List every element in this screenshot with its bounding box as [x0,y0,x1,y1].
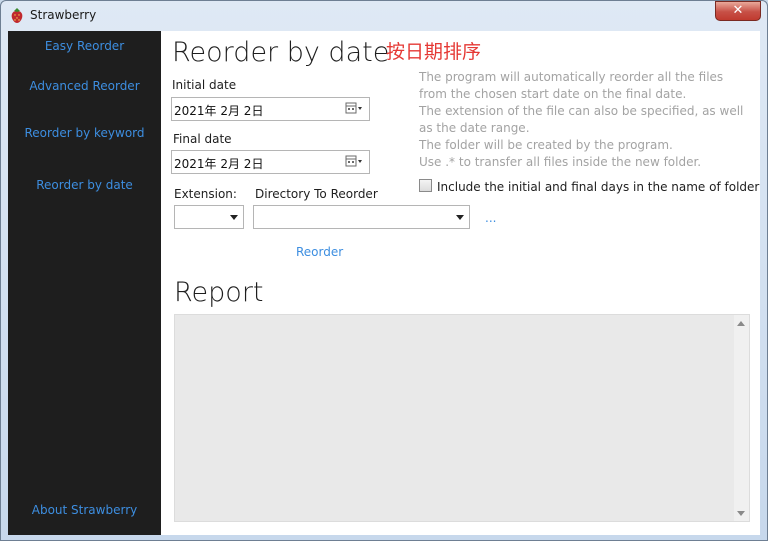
initial-date-picker[interactable]: 2021年 2月 2日 [171,97,370,121]
window-title: Strawberry [30,8,97,22]
directory-label: Directory To Reorder [255,187,378,201]
calendar-icon[interactable] [345,155,363,169]
report-title: Report [174,277,264,308]
scroll-down-icon[interactable] [737,511,745,516]
close-button[interactable]: ✕ [715,1,761,21]
sidebar-item-reorder-by-keyword[interactable]: Reorder by keyword [8,126,161,140]
extension-select[interactable] [174,205,244,229]
info-text: The program will automatically reorder a… [419,69,749,171]
final-date-value: 2021年 2月 2日 [174,157,264,171]
browse-button[interactable]: ... [485,211,496,225]
client-area: Easy Reorder Advanced Reorder Reorder by… [8,31,760,535]
extension-label: Extension: [174,187,237,201]
strawberry-icon [11,8,23,23]
info-line: Use .* to transfer all files inside the … [419,155,702,169]
sidebar-item-advanced-reorder[interactable]: Advanced Reorder [8,79,161,93]
initial-date-value: 2021年 2月 2日 [174,104,264,118]
include-days-checkbox[interactable] [419,179,432,192]
info-line: The folder will be created by the progra… [419,138,673,152]
chevron-down-icon [230,215,238,220]
directory-select[interactable] [253,205,470,229]
sidebar-item-reorder-by-date[interactable]: Reorder by date [8,178,161,192]
final-date-picker[interactable]: 2021年 2月 2日 [171,150,370,174]
chevron-down-icon [456,215,464,220]
final-date-label: Final date [173,132,232,146]
report-output[interactable] [174,314,750,522]
include-days-label: Include the initial and final days in th… [437,180,760,194]
info-line: The program will automatically reorder a… [419,70,724,84]
sidebar-item-easy-reorder[interactable]: Easy Reorder [8,39,161,53]
info-line: from the chosen start date on the final … [419,87,687,101]
annotation-label: 按日期排序 [386,41,482,63]
report-scrollbar[interactable] [734,315,749,521]
calendar-icon[interactable] [345,102,363,116]
info-line: The extension of the file can also be sp… [419,104,744,118]
initial-date-label: Initial date [172,78,237,92]
app-window: Strawberry ✕ Easy Reorder Advanced Reord… [0,0,768,541]
sidebar-item-about[interactable]: About Strawberry [8,503,161,517]
info-line: as the date range. [419,121,530,135]
page-title: Reorder by date [172,37,390,68]
reorder-button[interactable]: Reorder [296,245,343,259]
scroll-up-icon[interactable] [737,321,745,326]
sidebar: Easy Reorder Advanced Reorder Reorder by… [8,31,161,535]
title-bar: Strawberry ✕ [1,1,767,31]
